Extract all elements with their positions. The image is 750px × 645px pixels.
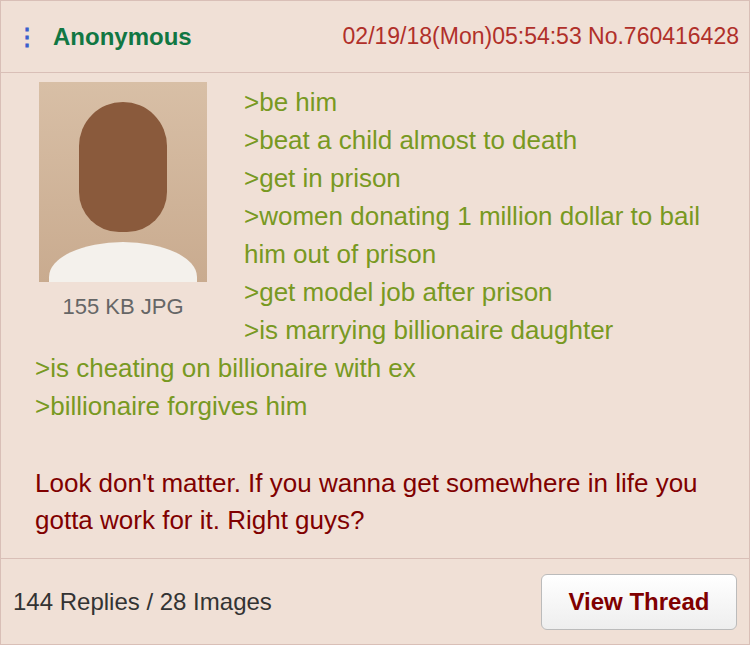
post-body: 155 KB JPG>be him>beat a child almost to… (1, 73, 749, 558)
photo-thumbnail[interactable] (39, 82, 207, 282)
greentext-line: >is cheating on billionaire with ex (35, 349, 709, 387)
post-message: Look don't matter. If you wanna get some… (35, 465, 709, 539)
reply-stats: 144 Replies / 28 Images (13, 588, 272, 616)
post-header: ⋮ Anonymous 02/19/18(Mon)05:54:53 No.76041… (1, 1, 749, 73)
greentext-line: >billionaire forgives him (35, 387, 709, 425)
thread-footer: 144 Replies / 28 Images View Thread (1, 558, 749, 644)
thread-card: ⋮ Anonymous 02/19/18(Mon)05:54:53 No.76041… (0, 0, 750, 645)
file-info: 155 KB JPG (39, 292, 207, 322)
poster-name: Anonymous (53, 23, 192, 51)
attachment[interactable]: 155 KB JPG (39, 82, 207, 345)
menu-icon[interactable]: ⋮ (15, 23, 39, 51)
post-date: 02/19/18(Mon)05:54:53 No.760416428 (343, 23, 739, 50)
view-thread-button[interactable]: View Thread (541, 574, 737, 630)
